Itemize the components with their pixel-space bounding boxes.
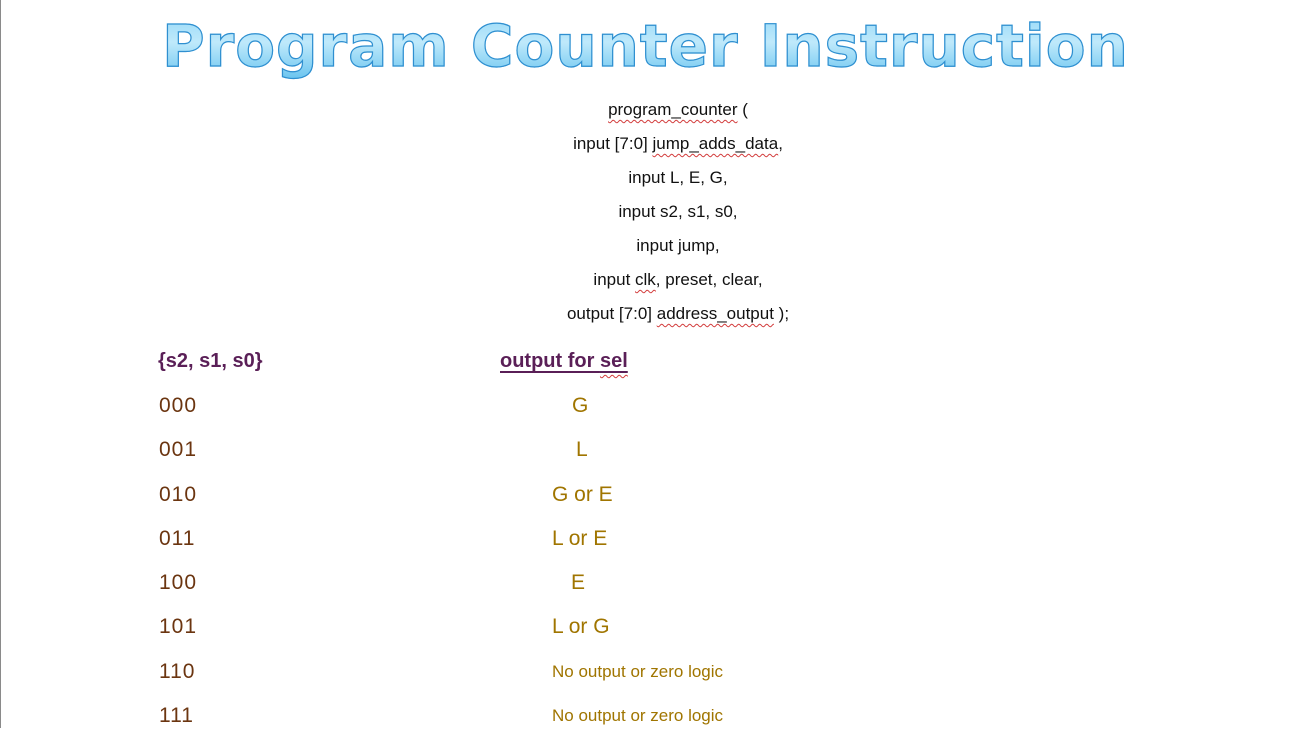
line-text: input <box>593 270 636 289</box>
module-line: input [7:0] jump_adds_data, <box>0 130 1291 164</box>
table-row: 010 G or E <box>0 478 1291 522</box>
spellcheck-word: jump_adds_data <box>652 134 779 153</box>
module-line: input s2, s1, s0, <box>0 198 1291 232</box>
output-value: G or E <box>552 482 613 506</box>
module-line: input clk, preset, clear, <box>0 266 1291 300</box>
line-text: , <box>778 134 783 153</box>
select-column-header: {s2, s1, s0} <box>158 350 263 372</box>
output-value: E <box>571 571 586 595</box>
spellcheck-word: sel <box>599 350 628 372</box>
module-line: output [7:0] address_output ); <box>0 300 1291 334</box>
line-text: ); <box>773 304 790 323</box>
select-value: 100 <box>159 571 198 595</box>
table-row: 100 E <box>0 566 1291 610</box>
line-text: input jump, <box>636 236 720 255</box>
spellcheck-word: clk <box>635 270 656 289</box>
select-value: 001 <box>159 438 198 462</box>
output-value: L or G <box>552 615 610 639</box>
output-value: L <box>576 438 588 462</box>
page-title: Program Counter Instruction <box>0 8 1291 84</box>
select-value: 011 <box>159 526 196 550</box>
line-text: input [7:0] <box>573 134 653 153</box>
module-line: input jump, <box>0 232 1291 266</box>
table-row: 111 No output or zero logic <box>0 699 1291 743</box>
module-line: program_counter ( <box>0 96 1291 130</box>
table-row: 101 L or G <box>0 610 1291 654</box>
line-text: output [7:0] <box>566 304 657 323</box>
line-text: input s2, s1, s0, <box>618 202 738 221</box>
line-text: ( <box>737 100 748 119</box>
output-column-header: output for sel <box>500 344 628 378</box>
truth-table: 000 G 001 L 010 G or E 011 L or E 100 E … <box>0 389 1291 743</box>
spellcheck-word: address_output <box>656 304 774 323</box>
line-text: input L, E, G, <box>628 168 728 187</box>
output-value: G <box>572 394 589 417</box>
module-declaration: program_counter ( input [7:0] jump_adds_… <box>0 96 1291 334</box>
select-value: 000 <box>159 394 198 417</box>
select-value: 101 <box>159 615 198 639</box>
line-text: , preset, clear, <box>655 270 763 289</box>
header-text: output for <box>500 350 600 372</box>
table-row: 001 L <box>0 433 1291 477</box>
table-row: 011 L or E <box>0 522 1291 566</box>
select-value: 010 <box>159 482 198 506</box>
table-row: 110 No output or zero logic <box>0 655 1291 699</box>
select-value: 110 <box>159 659 196 683</box>
table-row: 000 G <box>0 389 1291 433</box>
module-line: input L, E, G, <box>0 164 1291 198</box>
output-value: L or E <box>552 526 608 550</box>
output-value: No output or zero logic <box>552 661 724 681</box>
spellcheck-word: program_counter <box>608 100 738 119</box>
